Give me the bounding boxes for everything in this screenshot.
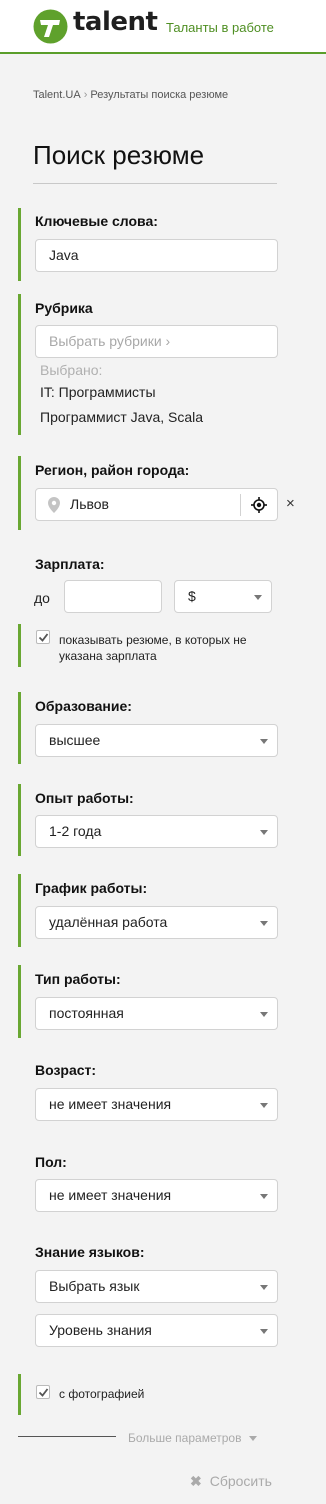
gender-select[interactable]: не имеет значения [35, 1179, 278, 1212]
schedule-accent-bar [18, 874, 21, 947]
salary-to-label: до [34, 590, 50, 606]
languages-label: Знание языков: [35, 1244, 145, 1260]
rubric-select[interactable]: Выбрать рубрики › [35, 325, 278, 358]
with-photo-checkbox[interactable] [36, 1385, 50, 1399]
more-params-label: Больше параметров [128, 1431, 242, 1445]
chevron-down-icon [260, 1103, 268, 1108]
breadcrumb: Talent.UA › Результаты поиска резюме [33, 89, 228, 101]
keywords-label: Ключевые слова: [35, 213, 158, 229]
experience-value: 1-2 года [49, 823, 102, 839]
site-header: talent Таланты в работе [0, 0, 326, 54]
keywords-value: Java [49, 247, 79, 263]
education-label: Образование: [35, 698, 132, 714]
experience-select[interactable]: 1-2 года [35, 815, 278, 848]
chevron-down-icon [248, 1436, 257, 1442]
talent-logo-icon[interactable] [33, 9, 68, 44]
gender-value: не имеет значения [49, 1187, 172, 1203]
chevron-down-icon [260, 1285, 268, 1290]
work-type-select[interactable]: постоянная [35, 997, 278, 1030]
salary-label: Зарплата: [35, 556, 105, 572]
salary-note-accent-bar [18, 624, 21, 667]
age-value: не имеет значения [49, 1096, 172, 1112]
checkmark-icon [38, 1388, 49, 1397]
experience-label: Опыт работы: [35, 790, 134, 806]
work-type-label: Тип работы: [35, 971, 121, 987]
rubric-selected-item[interactable]: IT: Программисты [40, 384, 156, 400]
region-value: Львов [70, 496, 109, 512]
breadcrumb-home-link[interactable]: Talent.UA [33, 89, 81, 101]
more-params-toggle[interactable]: Больше параметров [128, 1431, 257, 1445]
more-params-divider [18, 1436, 116, 1437]
breadcrumb-current: Результаты поиска резюме [90, 89, 229, 101]
rubric-placeholder: Выбрать рубрики [49, 333, 162, 349]
geolocation-target-icon[interactable] [251, 497, 267, 513]
salary-amount-input[interactable] [64, 580, 162, 613]
chevron-down-icon [260, 1194, 268, 1199]
age-select[interactable]: не имеет значения [35, 1088, 278, 1121]
chevron-right-icon: › [165, 333, 171, 349]
page-title: Поиск резюме [33, 140, 205, 170]
age-label: Возраст: [35, 1062, 97, 1078]
education-value: высшее [49, 732, 101, 748]
education-accent-bar [18, 692, 21, 764]
chevron-down-icon [260, 830, 268, 835]
location-pin-icon [48, 497, 60, 513]
with-photo-label[interactable]: с фотографией [59, 1386, 144, 1402]
schedule-select[interactable]: удалённая работа [35, 906, 278, 939]
close-icon: ✖ [190, 1473, 202, 1489]
region-divider [240, 494, 241, 516]
language-level-select[interactable]: Уровень знания [35, 1314, 278, 1347]
experience-accent-bar [18, 784, 21, 856]
show-without-salary-checkbox[interactable] [36, 630, 50, 644]
rubric-selected-item[interactable]: Программист Java, Scala [40, 409, 203, 425]
work-type-value: постоянная [49, 1005, 124, 1021]
language-level-value: Уровень знания [49, 1322, 152, 1338]
gender-label: Пол: [35, 1154, 67, 1170]
schedule-label: График работы: [35, 880, 148, 896]
region-label: Регион, район города: [35, 462, 190, 478]
title-divider [33, 183, 277, 184]
rubric-accent-bar [18, 294, 21, 435]
salary-currency-value: $ [188, 588, 196, 604]
chevron-down-icon [260, 921, 268, 926]
schedule-value: удалённая работа [49, 914, 168, 930]
reset-button[interactable]: ✖ Сбросить [190, 1473, 272, 1490]
rubric-selected-label: Выбрано: [40, 362, 103, 378]
brand-tagline: Таланты в работе [166, 20, 274, 35]
keywords-accent-bar [18, 208, 21, 281]
keywords-input[interactable]: Java [35, 239, 278, 272]
checkmark-icon [38, 633, 49, 642]
language-value: Выбрать язык [49, 1278, 140, 1294]
chevron-down-icon [254, 595, 262, 600]
salary-currency-select[interactable]: $ [174, 580, 272, 613]
photo-accent-bar [18, 1374, 21, 1415]
region-input[interactable]: Львов [35, 488, 278, 521]
work-type-accent-bar [18, 965, 21, 1038]
chevron-down-icon [260, 1012, 268, 1017]
chevron-down-icon [260, 1329, 268, 1334]
region-accent-bar [18, 456, 21, 530]
chevron-down-icon [260, 739, 268, 744]
education-select[interactable]: высшее [35, 724, 278, 757]
language-select[interactable]: Выбрать язык [35, 1270, 278, 1303]
reset-label: Сбросить [209, 1473, 272, 1489]
show-without-salary-label[interactable]: показывать резюме, в которых не указана … [59, 632, 279, 664]
clear-region-close-icon[interactable]: × [286, 495, 295, 512]
chevron-right-icon: › [83, 89, 88, 101]
rubric-label: Рубрика [35, 300, 93, 316]
brand-name[interactable]: talent [73, 7, 158, 37]
